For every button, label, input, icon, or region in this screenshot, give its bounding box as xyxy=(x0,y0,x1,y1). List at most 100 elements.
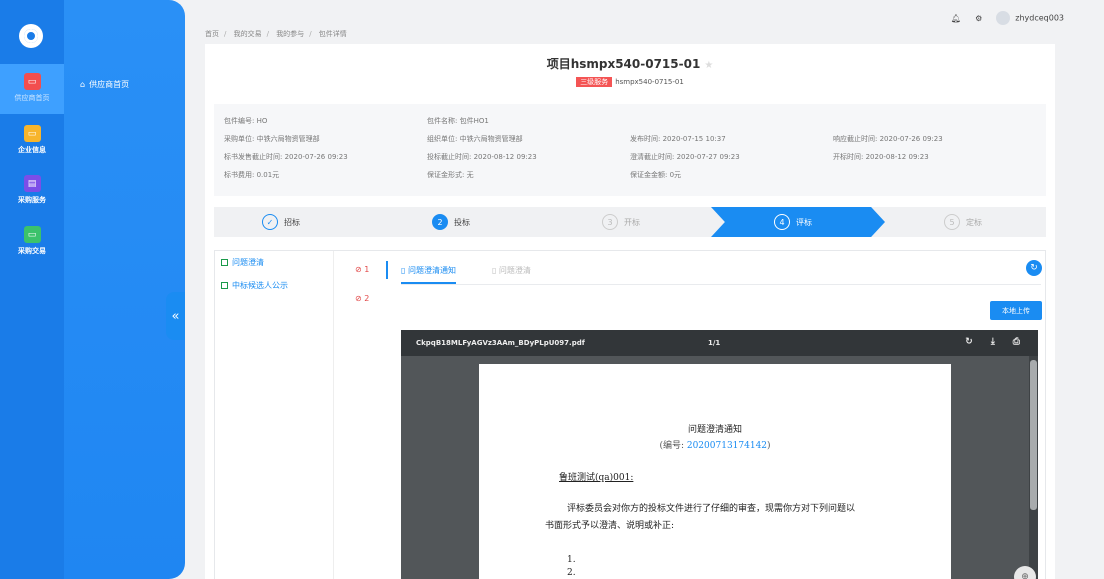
step-bid[interactable]: 2 投标 xyxy=(432,207,470,237)
pdf-filename: CkpqB18MLFyAGVz3AAm_BDyPLpU097.pdf xyxy=(416,339,585,347)
tab-label: 问题澄清通知 xyxy=(407,266,456,275)
info-field: 组织单位: 中铁六局物资管理部 xyxy=(427,135,523,143)
user-menu[interactable]: zhydceq003 xyxy=(996,11,1064,25)
username: zhydceq003 xyxy=(1015,13,1064,23)
checkbox[interactable] xyxy=(221,259,228,266)
pdf-scroll-thumb[interactable] xyxy=(1030,360,1037,510)
doc-list-item: 1. xyxy=(567,555,576,565)
main-card: 项目hsmpx540-0715-01 ★ 三级服务 hsmpx540-0715-01… xyxy=(205,44,1055,579)
active-indicator xyxy=(386,261,388,279)
package-info-panel: 包件编号: HO 包件名称: 包件HO1 采购单位: 中铁六局物资管理部 组织单… xyxy=(214,104,1046,196)
topbar-actions: 🔔︎ ⚙ zhydceq003 xyxy=(951,11,1064,25)
refresh-button[interactable]: ↻ xyxy=(1026,260,1042,276)
tab-bar: ▯ 问题澄清通知 ▯ 问题澄清 xyxy=(401,265,531,284)
doc-body: 评标委员会对你方的投标文件进行了仔细的审查，现需你方对下列问题以 书面形式予以澄… xyxy=(545,501,907,535)
doc-number: (编号: 20200713174142) xyxy=(479,438,951,451)
question-number: 1 xyxy=(364,265,370,274)
logo-icon xyxy=(19,24,43,48)
tab-clarification[interactable]: ▯ 问题澄清 xyxy=(492,265,531,284)
doc-paragraph: 评标委员会对你方的投标文件进行了仔细的审查，现需你方对下列问题以 xyxy=(567,504,856,514)
gear-icon[interactable]: ⚙ xyxy=(975,14,982,23)
rail-item-purchase-trade[interactable]: ▭ 采购交易 xyxy=(0,226,64,256)
download-icon[interactable]: ⤓ xyxy=(991,337,995,347)
service-icon: ▤ xyxy=(23,175,41,192)
alert-icon: ⊘ xyxy=(355,294,362,303)
step-number: 4 xyxy=(774,214,790,230)
check-icon: ✓ xyxy=(262,214,278,230)
tab-clarification-notice[interactable]: ▯ 问题澄清通知 xyxy=(401,265,456,284)
doc-list: 1. 2. xyxy=(567,554,576,579)
step-evaluate[interactable]: 4 评标 xyxy=(774,207,812,237)
step-open[interactable]: 3 开标 xyxy=(602,207,640,237)
info-field: 响应截止时间: 2020-07-26 09:23 xyxy=(833,135,943,143)
home-page-icon: ▭ xyxy=(23,73,41,90)
breadcrumb-home[interactable]: 首页 xyxy=(205,30,219,38)
info-field: 保证金金额: 0元 xyxy=(630,171,682,179)
question-item[interactable]: ⊘ 2 xyxy=(355,294,369,303)
step-number: 5 xyxy=(944,214,960,230)
info-field: 采购单位: 中铁六局物资管理部 xyxy=(224,135,320,143)
detail-panel: 问题澄清 中标候选人公示 ⊘ 1 ⊘ 2 ▯ 问题澄清通知 ▯ 问题澄清 ↻ 本… xyxy=(214,250,1046,579)
rail-item-supplier-home[interactable]: ▭ 供应商首页 xyxy=(0,64,64,114)
zoom-icon: ⊕ xyxy=(1021,572,1029,579)
refresh-icon: ↻ xyxy=(1030,263,1038,273)
pdf-tools: ↻ ⤓ ⎙ xyxy=(965,337,1020,347)
step-number: 3 xyxy=(602,214,618,230)
company-icon: ▭ xyxy=(23,125,41,142)
page-title: 项目hsmpx540-0715-01 xyxy=(546,57,701,71)
document-icon: ▯ xyxy=(401,266,406,275)
breadcrumb-my-trade[interactable]: 我的交易 xyxy=(234,30,262,38)
tree-item-candidate-publicity[interactable]: 中标候选人公示 xyxy=(221,280,288,291)
rail-item-company-info[interactable]: ▭ 企业信息 xyxy=(0,125,64,155)
rotate-icon[interactable]: ↻ xyxy=(965,337,973,347)
rail-label: 企业信息 xyxy=(18,146,46,154)
project-title-row: 项目hsmpx540-0715-01 ★ xyxy=(205,55,1055,72)
rail-label: 供应商首页 xyxy=(14,94,50,102)
step-label: 招标 xyxy=(284,217,300,227)
breadcrumb: 首页 / 我的交易 / 我的参与 / 包件详情 xyxy=(205,30,347,38)
doc-addressee: 鲁班测试(qa)001: xyxy=(559,473,634,483)
pdf-viewer: CkpqB18MLFyAGVz3AAm_BDyPLpU097.pdf 1/1 ↻… xyxy=(401,330,1038,579)
tab-underline xyxy=(401,284,1041,285)
step-bidding-invite[interactable]: ✓ 招标 xyxy=(262,207,300,237)
info-field: 投标截止时间: 2020-08-12 09:23 xyxy=(427,153,537,161)
breadcrumb-my-participation[interactable]: 我的参与 xyxy=(276,30,304,38)
tab-label: 问题澄清 xyxy=(498,266,531,275)
rail-label: 采购交易 xyxy=(18,247,46,255)
doc-number-value: 20200713174142 xyxy=(686,441,768,451)
pdf-page: 问题澄清通知 (编号: 20200713174142) 鲁班测试(qa)001:… xyxy=(479,364,951,579)
avatar xyxy=(996,11,1011,25)
tree-label: 问题澄清 xyxy=(232,258,264,267)
collapse-sidebar-button[interactable]: « xyxy=(166,292,185,340)
doc-paragraph: 书面形式予以澄清、说明或补正: xyxy=(545,521,675,531)
trade-icon: ▭ xyxy=(23,226,41,243)
chevron-left-icon: « xyxy=(171,308,180,324)
doc-number-suffix: ) xyxy=(767,441,771,451)
checkbox[interactable] xyxy=(221,282,228,289)
tree-label: 中标候选人公示 xyxy=(232,281,288,290)
info-field: 包件编号: HO xyxy=(224,117,268,125)
rail-label: 采购服务 xyxy=(18,196,46,204)
step-label: 开标 xyxy=(624,217,640,227)
alert-icon: ⊘ xyxy=(355,265,362,274)
question-number: 2 xyxy=(364,294,370,303)
subnav-item-supplier-home[interactable]: ⌂ 供应商首页 xyxy=(80,79,129,90)
question-item[interactable]: ⊘ 1 xyxy=(355,265,369,274)
tree-item-clarification[interactable]: 问题澄清 xyxy=(221,257,288,268)
step-label: 定标 xyxy=(966,217,982,227)
step-award[interactable]: 5 定标 xyxy=(944,207,982,237)
print-icon[interactable]: ⎙ xyxy=(1013,337,1020,347)
rail-item-purchase-service[interactable]: ▤ 采购服务 xyxy=(0,175,64,205)
info-field: 标书发售截止时间: 2020-07-26 09:23 xyxy=(224,153,348,161)
info-field: 包件名称: 包件HO1 xyxy=(427,117,489,125)
doc-number-prefix: (编号: xyxy=(659,441,687,451)
step-number: 2 xyxy=(432,214,448,230)
star-icon[interactable]: ★ xyxy=(704,60,713,71)
bell-icon[interactable]: 🔔︎ xyxy=(951,14,961,23)
info-field: 澄清截止时间: 2020-07-27 09:23 xyxy=(630,153,740,161)
upload-button[interactable]: 本地上传 xyxy=(990,301,1042,320)
doc-list-item: 2. xyxy=(567,568,576,578)
step-label: 投标 xyxy=(454,217,470,227)
info-field: 标书费用: 0.01元 xyxy=(224,171,280,179)
project-tag-row: 三级服务 hsmpx540-0715-01 xyxy=(205,77,1055,87)
